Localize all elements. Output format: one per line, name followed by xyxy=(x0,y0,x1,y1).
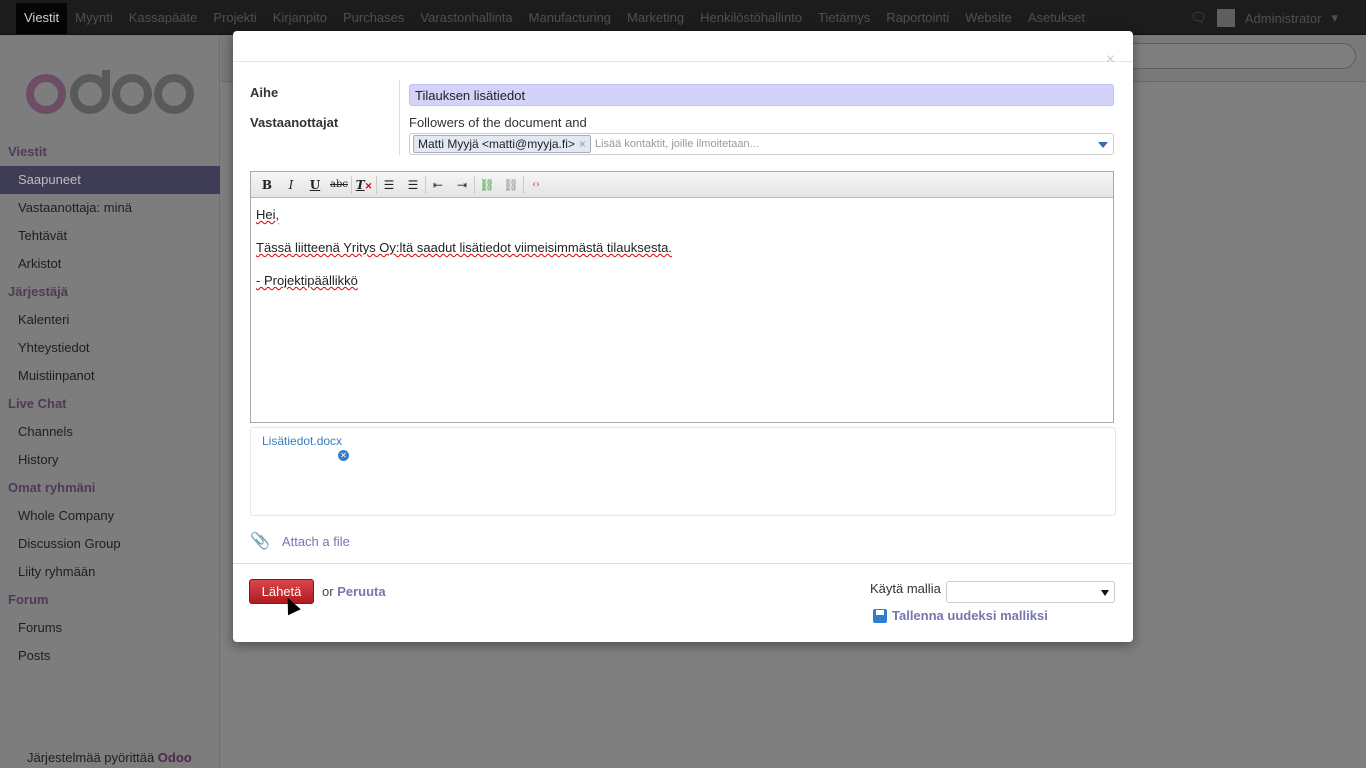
nav-item[interactable]: Raportointi xyxy=(878,3,957,34)
sidebar-group-title: Viestit xyxy=(8,144,47,159)
template-select[interactable] xyxy=(946,581,1115,603)
nav-item[interactable]: Projekti xyxy=(205,3,264,34)
search-input[interactable] xyxy=(1096,43,1356,69)
sidebar-item[interactable]: Posts xyxy=(0,642,220,670)
sidebar-item[interactable]: Channels xyxy=(0,418,220,446)
nav-item[interactable]: Marketing xyxy=(619,3,692,34)
followers-text: Followers of the document and xyxy=(409,115,587,130)
dropdown-arrow-icon[interactable] xyxy=(1098,142,1108,148)
sidebar-item[interactable]: History xyxy=(0,446,220,474)
nav-item[interactable]: Kirjanpito xyxy=(265,3,335,34)
sidebar-item[interactable]: Yhteystiedot xyxy=(0,334,220,362)
editor-toolbar: B I U abc T✕ ☰ ☰ ⇤ ⇥ ⛓ ⛓ ‹› xyxy=(251,172,1113,198)
unlink-icon[interactable]: ⛓ xyxy=(499,178,523,192)
remove-format-icon[interactable]: T✕ xyxy=(352,178,376,192)
sidebar-group-title: Forum xyxy=(8,592,49,607)
bullet-list-icon[interactable]: ☰ xyxy=(377,178,401,192)
recipients-label: Vastaanottajat xyxy=(250,115,339,130)
sidebar-group-title: Omat ryhmäni xyxy=(8,480,96,495)
sidebar-item[interactable]: Forums xyxy=(0,614,220,642)
chat-icon[interactable]: 🗨 xyxy=(1190,10,1207,26)
sidebar-item[interactable]: Kalenteri xyxy=(0,306,220,334)
powered-by: Järjestelmää pyörittää Odoo xyxy=(27,750,192,765)
recipients-placeholder: Lisää kontaktit, joille ilmoitetaan... xyxy=(594,138,759,150)
sidebar-item[interactable]: Arkistot xyxy=(0,250,220,278)
recipient-tag: Matti Myyjä <matti@myyja.fi> × xyxy=(413,135,591,153)
nav-item[interactable]: Varastonhallinta xyxy=(412,3,520,34)
sidebar-item[interactable]: Liity ryhmään xyxy=(0,558,220,586)
compose-dialog: × Aihe Vastaanottajat Tilauksen lisätied… xyxy=(233,31,1133,642)
odoo-logo xyxy=(26,70,194,114)
sidebar: Viestit Saapuneet Vastaanottaja: minä Tehtä… xyxy=(0,35,220,768)
recipients-input[interactable]: Matti Myyjä <matti@myyja.fi> × Lisää kont… xyxy=(409,133,1114,155)
editor-body[interactable]: Hei, Tässä liitteenä Yritys Oy:ltä saadu… xyxy=(251,198,1113,313)
sidebar-group-title: Live Chat xyxy=(8,396,67,411)
sidebar-item[interactable]: Muistiinpanot xyxy=(0,362,220,390)
underline-icon[interactable]: U xyxy=(303,178,327,192)
remove-tag-icon[interactable]: × xyxy=(579,137,586,151)
avatar xyxy=(1216,9,1235,27)
nav-item[interactable]: Asetukset xyxy=(1020,3,1093,34)
nav-item[interactable]: Manufacturing xyxy=(521,3,619,34)
nav-item[interactable]: Kassapääte xyxy=(121,3,206,34)
remove-attachment-icon[interactable]: ✕ xyxy=(338,450,349,461)
outdent-icon[interactable]: ⇤ xyxy=(426,178,450,192)
floppy-disk-icon xyxy=(873,608,887,623)
template-label: Käytä mallia xyxy=(870,581,941,596)
nav-item[interactable]: Henkilöstöhallinto xyxy=(692,3,810,34)
sidebar-item[interactable]: Saapuneet xyxy=(0,166,220,194)
user-menu[interactable]: Administrator xyxy=(1245,11,1322,26)
sidebar-item[interactable]: Tehtävät xyxy=(0,222,220,250)
nav-item[interactable]: Viestit xyxy=(16,3,68,34)
close-icon[interactable]: × xyxy=(1106,51,1115,69)
chevron-down-icon[interactable]: ▾ xyxy=(1331,10,1338,26)
attachments-area: Lisätiedot.docx ✕ xyxy=(250,427,1116,516)
rich-text-editor[interactable]: B I U abc T✕ ☰ ☰ ⇤ ⇥ ⛓ ⛓ ‹› Hei, Tässä l… xyxy=(250,171,1114,423)
paperclip-icon: 📎 xyxy=(250,533,270,550)
bold-icon[interactable]: B xyxy=(255,178,279,192)
sidebar-item[interactable]: Whole Company xyxy=(0,502,220,530)
sidebar-group-title: Järjestäjä xyxy=(8,284,68,299)
source-icon[interactable]: ‹› xyxy=(524,180,548,190)
link-icon[interactable]: ⛓ xyxy=(475,178,499,192)
nav-item[interactable]: Website xyxy=(957,3,1020,34)
subject-label: Aihe xyxy=(250,85,279,100)
sidebar-item[interactable]: Discussion Group xyxy=(0,530,220,558)
cancel-link[interactable]: Peruuta xyxy=(337,584,385,599)
numbered-list-icon[interactable]: ☰ xyxy=(401,178,425,192)
strikethrough-icon[interactable]: abc xyxy=(327,179,351,190)
italic-icon[interactable]: I xyxy=(279,178,303,192)
attachment-link[interactable]: Lisätiedot.docx xyxy=(262,434,342,448)
save-template-link[interactable]: Tallenna uudeksi malliksi xyxy=(873,608,1048,623)
nav-item[interactable]: Myynti xyxy=(67,3,121,34)
sidebar-item[interactable]: Vastaanottaja: minä xyxy=(0,194,220,222)
nav-item[interactable]: Purchases xyxy=(335,3,412,34)
top-navbar: Viestit Myynti Kassapääte Projekti Kirjanpit… xyxy=(0,0,1366,35)
nav-item[interactable]: Tietämys xyxy=(810,3,878,34)
subject-input[interactable]: Tilauksen lisätiedot xyxy=(409,84,1114,106)
odoo-link[interactable]: Odoo xyxy=(158,750,192,765)
attach-file-button[interactable]: 📎 Attach a file xyxy=(250,531,350,551)
indent-icon[interactable]: ⇥ xyxy=(450,178,474,192)
